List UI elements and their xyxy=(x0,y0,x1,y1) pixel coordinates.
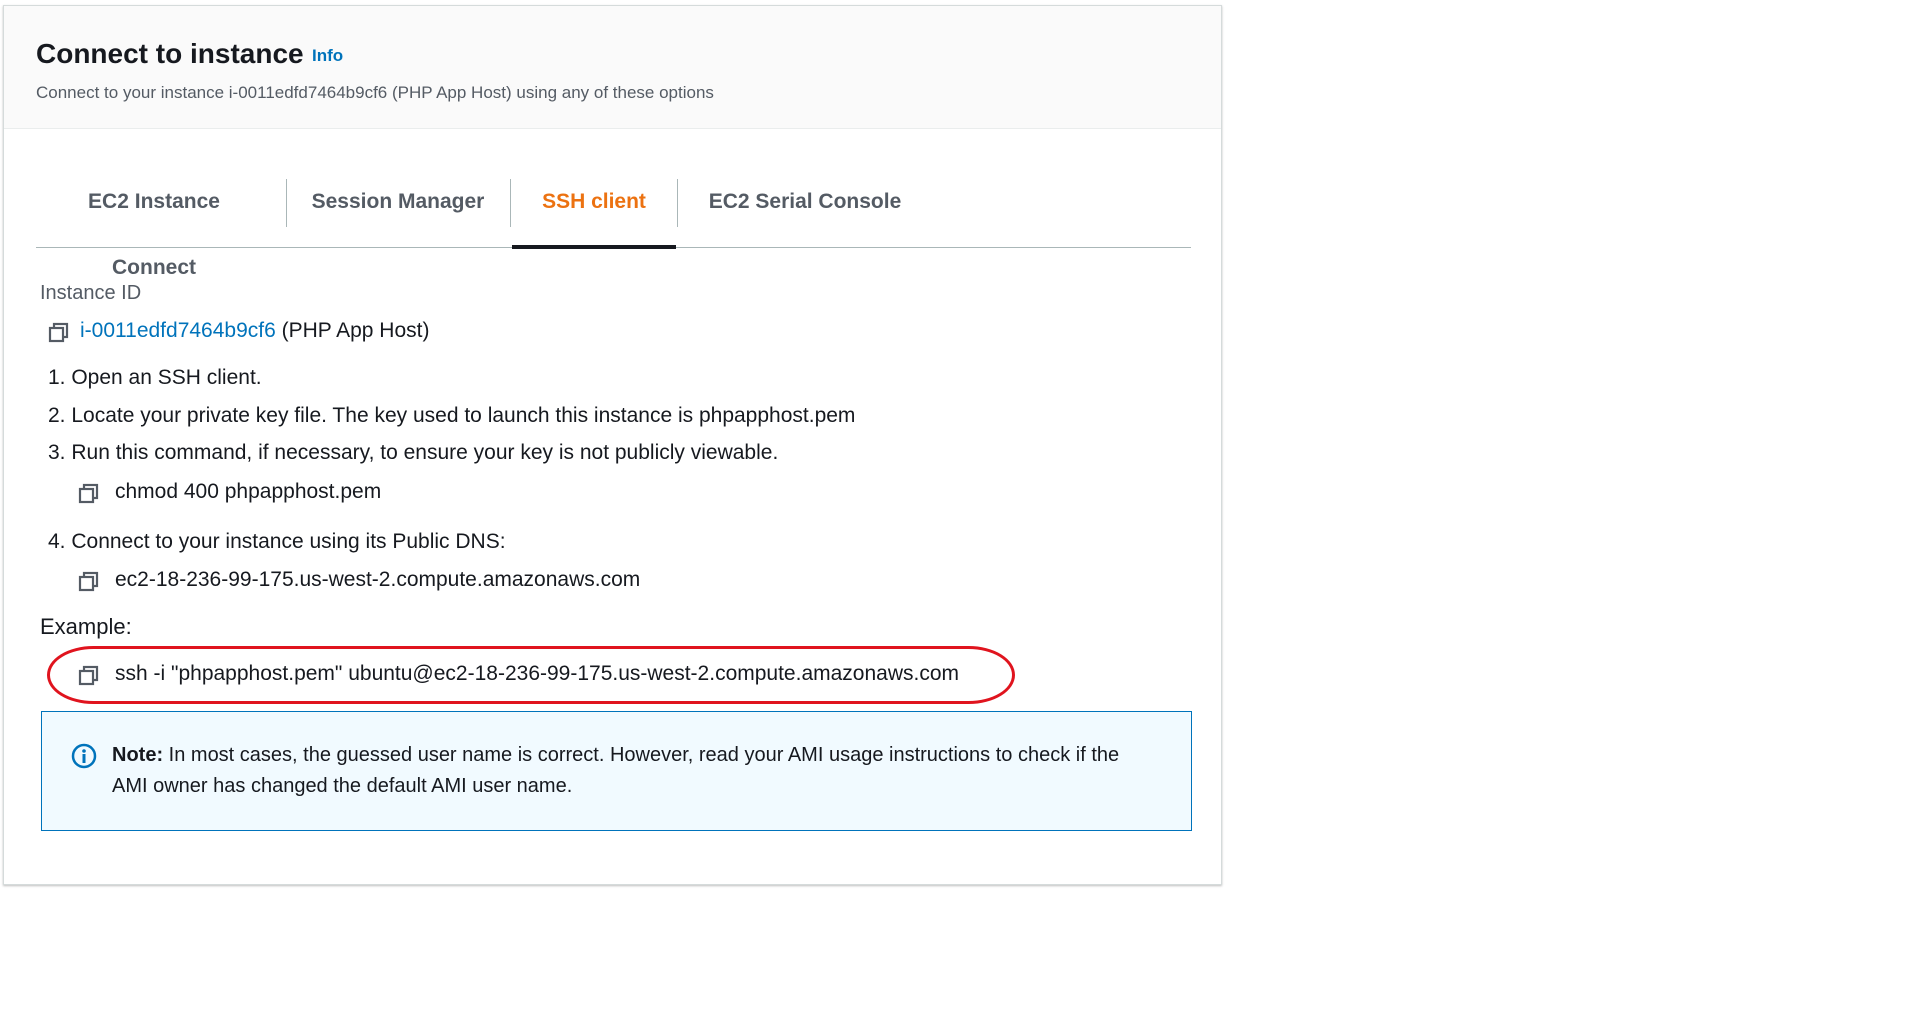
connect-to-instance-panel: Connect to instance Info Connect to your… xyxy=(3,5,1222,885)
tab-ec2-instance-connect[interactable]: EC2 Instance Connect xyxy=(54,169,254,279)
chmod-command-row: chmod 400 phpapphost.pem xyxy=(78,480,381,504)
info-circle-icon xyxy=(71,743,97,769)
connection-method-tabs: EC2 Instance Connect Session Manager SSH… xyxy=(36,169,1191,279)
page-title: Connect to instance xyxy=(36,38,304,69)
tab-divider xyxy=(286,179,287,227)
instance-name: (PHP App Host) xyxy=(281,319,430,342)
chmod-command: chmod 400 phpapphost.pem xyxy=(115,480,382,503)
tab-ssh-client[interactable]: SSH client xyxy=(512,169,676,249)
copy-icon[interactable] xyxy=(78,665,100,687)
copy-icon[interactable] xyxy=(78,483,100,505)
public-dns-value: ec2-18-236-99-175.us-west-2.compute.amaz… xyxy=(115,568,641,591)
tab-divider xyxy=(677,179,678,227)
example-command-row: ssh -i "phpapphost.pem" ubuntu@ec2-18-23… xyxy=(78,662,959,686)
instance-id-label: Instance ID xyxy=(40,282,142,304)
page-subtitle: Connect to your instance i-0011edfd7464b… xyxy=(36,83,714,102)
example-label: Example: xyxy=(40,614,132,639)
info-link[interactable]: Info xyxy=(312,46,343,66)
tab-divider xyxy=(510,179,511,227)
step-1: 1. Open an SSH client. xyxy=(48,366,262,389)
tab-session-manager[interactable]: Session Manager xyxy=(308,169,488,247)
note-alert: Note: In most cases, the guessed user na… xyxy=(41,711,1192,831)
copy-icon[interactable] xyxy=(78,571,100,593)
tab-ec2-serial-console[interactable]: EC2 Serial Console xyxy=(700,169,910,247)
note-body: In most cases, the guessed user name is … xyxy=(112,744,1120,797)
instance-id-row: i-0011edfd7464b9cf6 (PHP App Host) xyxy=(48,319,429,343)
note-prefix: Note: xyxy=(112,744,164,766)
step-3: 3. Run this command, if necessary, to en… xyxy=(48,441,779,464)
public-dns-row: ec2-18-236-99-175.us-west-2.compute.amaz… xyxy=(78,568,640,592)
step-2: 2. Locate your private key file. The key… xyxy=(48,404,856,427)
note-text: Note: In most cases, the guessed user na… xyxy=(112,740,1152,802)
panel-header: Connect to instance Info Connect to your… xyxy=(4,6,1221,129)
copy-icon[interactable] xyxy=(48,322,70,344)
step-4: 4. Connect to your instance using its Pu… xyxy=(48,530,506,553)
example-ssh-command: ssh -i "phpapphost.pem" ubuntu@ec2-18-23… xyxy=(115,662,960,685)
instance-id-link[interactable]: i-0011edfd7464b9cf6 xyxy=(80,319,276,342)
